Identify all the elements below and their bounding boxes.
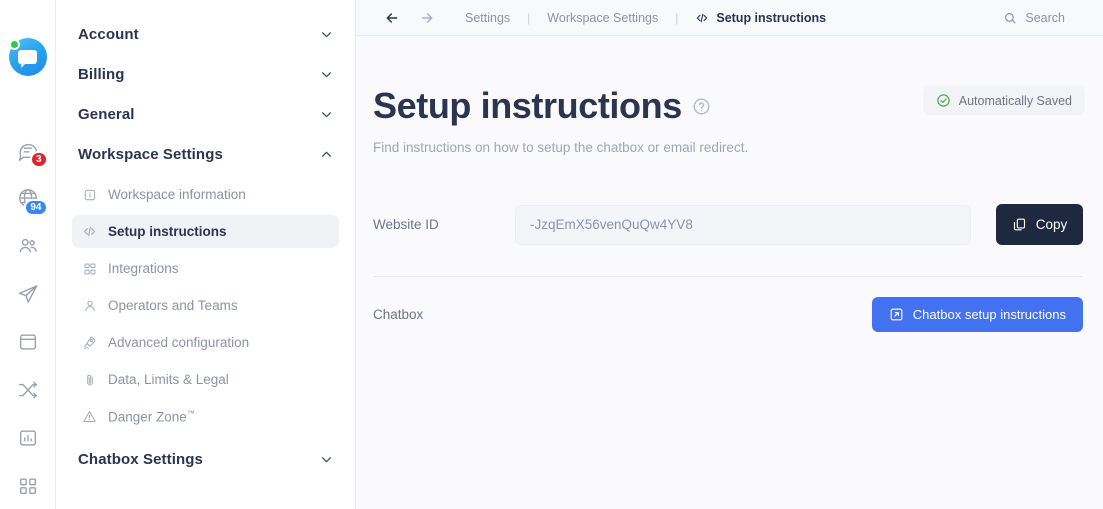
- copy-icon: [1012, 217, 1027, 232]
- breadcrumb-setup-instructions: Setup instructions: [695, 11, 826, 25]
- paperclip-icon: [82, 372, 97, 387]
- main-area: Settings | Workspace Settings | Setup in…: [356, 0, 1103, 509]
- rocket-icon: [82, 335, 97, 350]
- sidebar-item-integrations[interactable]: Integrations: [72, 252, 339, 285]
- chevron-down-icon: [320, 68, 333, 81]
- nav-group-chatbox-settings[interactable]: Chatbox Settings: [72, 439, 339, 479]
- shuffle-icon: [17, 379, 39, 401]
- chevron-down-icon: [320, 28, 333, 41]
- rail-item-analytics[interactable]: [8, 414, 48, 462]
- app-window: 3 94 Account Billing General Workspace S…: [0, 0, 1103, 509]
- chatbox-label: Chatbox: [373, 307, 424, 322]
- rail-item-inbox[interactable]: 3: [8, 126, 48, 174]
- trademark-symbol: ™: [186, 408, 195, 418]
- copy-label: Copy: [1035, 217, 1068, 232]
- sidebar-item-label: Danger Zone™: [108, 408, 195, 425]
- box-icon: [17, 331, 39, 353]
- rail-item-campaigns[interactable]: [8, 270, 48, 318]
- nav-group-label: Workspace Settings: [78, 145, 223, 163]
- warning-triangle-icon: [82, 409, 97, 424]
- rail-item-routing[interactable]: [8, 366, 48, 414]
- chevron-down-icon: [320, 453, 333, 466]
- sidebar-item-label: Setup instructions: [108, 224, 227, 239]
- person-icon: [82, 298, 97, 313]
- page-title: Setup instructions: [373, 85, 682, 126]
- chatbox-row: Chatbox Chatbox setup instructions: [373, 297, 1083, 332]
- breadcrumb-settings[interactable]: Settings: [465, 11, 510, 25]
- question-circle-icon[interactable]: [692, 97, 711, 121]
- nav-group-label: Billing: [78, 65, 125, 83]
- sidebar-item-advanced-configuration[interactable]: Advanced configuration: [72, 326, 339, 359]
- page-subtitle: Find instructions on how to setup the ch…: [373, 140, 749, 155]
- nav-group-label: Account: [78, 25, 139, 43]
- breadcrumb-label: Setup instructions: [716, 10, 827, 25]
- search-icon: [1003, 11, 1017, 25]
- breadcrumb-separator: |: [675, 10, 679, 25]
- inbox-badge: 3: [29, 151, 48, 168]
- website-id-value: -JzqEmX56venQuQw4YV8: [530, 217, 693, 232]
- check-circle-icon: [936, 93, 951, 108]
- rail-item-plugins[interactable]: [8, 462, 48, 509]
- history-navigation: [384, 10, 435, 26]
- nav-group-workspace-settings[interactable]: Workspace Settings: [72, 134, 339, 174]
- search-label: Search: [1025, 10, 1065, 25]
- status-badge: Automatically Saved: [922, 86, 1085, 115]
- top-bar: Settings | Workspace Settings | Setup in…: [356, 0, 1103, 36]
- website-id-field[interactable]: -JzqEmX56venQuQw4YV8: [515, 204, 971, 245]
- code-icon: [82, 224, 97, 239]
- grid-icon: [82, 261, 97, 276]
- rail-icon-list: 3 94: [8, 126, 48, 509]
- breadcrumb-workspace-settings[interactable]: Workspace Settings: [547, 11, 658, 25]
- sidebar-item-label: Workspace information: [108, 187, 246, 202]
- external-link-icon: [889, 307, 904, 322]
- rail-item-contacts[interactable]: [8, 222, 48, 270]
- sidebar-item-setup-instructions[interactable]: Setup instructions: [72, 215, 339, 248]
- nav-group-billing[interactable]: Billing: [72, 54, 339, 94]
- search-button[interactable]: Search: [1003, 11, 1087, 25]
- icon-rail: 3 94: [0, 0, 56, 509]
- arrow-left-icon[interactable]: [384, 10, 400, 26]
- copy-button[interactable]: Copy: [996, 204, 1083, 245]
- sidebar-item-workspace-information[interactable]: Workspace information: [72, 178, 339, 211]
- nav-group-label: General: [78, 105, 135, 123]
- rail-item-helpdesk[interactable]: [8, 318, 48, 366]
- online-status-dot: [8, 39, 20, 50]
- website-id-label: Website ID: [373, 217, 439, 232]
- crisp-logo[interactable]: [8, 38, 47, 76]
- nav-group-label: Chatbox Settings: [78, 450, 203, 468]
- workspace-settings-items: Workspace information Setup instructions: [72, 178, 339, 439]
- chatbox-setup-instructions-button[interactable]: Chatbox setup instructions: [871, 297, 1083, 332]
- settings-nav: Account Billing General Workspace Settin…: [56, 0, 356, 509]
- contacts-icon: [17, 235, 39, 257]
- code-icon: [695, 11, 709, 25]
- nav-group-account[interactable]: Account: [72, 14, 339, 54]
- content-inner: Setup instructions Find instructions on …: [373, 88, 1083, 332]
- arrow-right-icon[interactable]: [419, 10, 435, 26]
- nav-group-general[interactable]: General: [72, 94, 339, 134]
- grid-icon: [17, 475, 39, 497]
- sidebar-item-danger-zone[interactable]: Danger Zone™: [72, 400, 339, 433]
- sidebar-item-operators-and-teams[interactable]: Operators and Teams: [72, 289, 339, 322]
- chatbox-button-label: Chatbox setup instructions: [912, 307, 1066, 322]
- breadcrumb: Settings | Workspace Settings | Setup in…: [465, 11, 826, 25]
- sidebar-item-label: Integrations: [108, 261, 179, 276]
- chevron-up-icon: [320, 148, 333, 161]
- sidebar-item-label: Advanced configuration: [108, 335, 250, 350]
- chevron-down-icon: [320, 108, 333, 121]
- website-id-row: Website ID -JzqEmX56venQuQw4YV8 Copy: [373, 204, 1083, 245]
- chart-icon: [17, 427, 39, 449]
- breadcrumb-separator: |: [527, 10, 531, 25]
- paper-plane-icon: [17, 283, 39, 305]
- visitors-badge: 94: [24, 199, 48, 216]
- status-badge-label: Automatically Saved: [958, 93, 1072, 108]
- section-divider: [373, 276, 1083, 277]
- rail-item-visitors[interactable]: 94: [8, 174, 48, 222]
- sidebar-item-label: Data, Limits & Legal: [108, 372, 229, 387]
- sidebar-item-label: Operators and Teams: [108, 298, 238, 313]
- content-area: Setup instructions Find instructions on …: [356, 36, 1103, 509]
- info-icon: [82, 187, 97, 202]
- sidebar-item-data-limits-legal[interactable]: Data, Limits & Legal: [72, 363, 339, 396]
- chat-bubble-glyph: [18, 50, 37, 68]
